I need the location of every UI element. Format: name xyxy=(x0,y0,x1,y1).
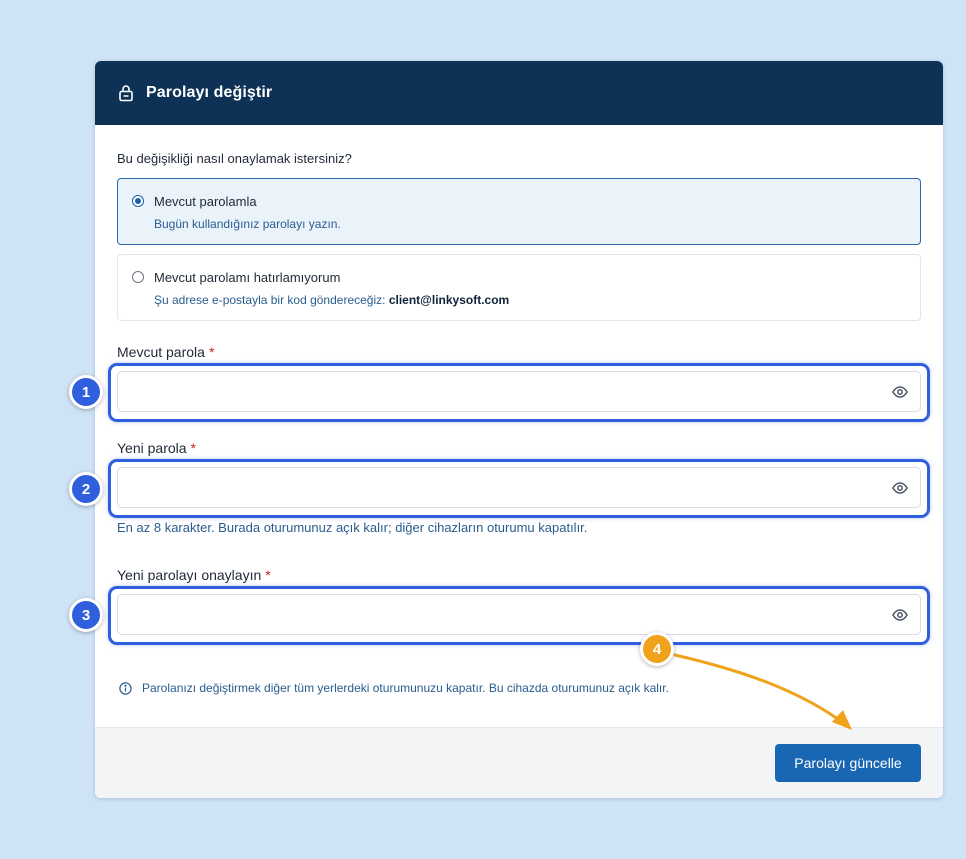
confirm-password-label: Yeni parolayı onaylayın * xyxy=(117,567,271,583)
radio-forgot-password[interactable] xyxy=(132,271,144,283)
new-password-label: Yeni parola * xyxy=(117,440,196,456)
required-asterisk: * xyxy=(208,344,215,360)
email-address: client@linkysoft.com xyxy=(388,293,510,307)
step-badge-1: 1 xyxy=(69,375,103,409)
password-hint: En az 8 karakter. Burada oturumunuz açık… xyxy=(117,520,588,535)
step-badge-3: 3 xyxy=(69,598,103,632)
option-forgot-password[interactable]: Mevcut parolamı hatırlamıyorum Şu adrese… xyxy=(117,254,921,321)
option-description: Bugün kullandığınız parolayı yazın. xyxy=(154,217,341,231)
highlight-confirm-password xyxy=(108,586,930,645)
card-footer: Parolayı güncelle xyxy=(95,727,943,798)
card-header: Parolayı değiştir xyxy=(95,61,943,125)
option-current-password[interactable]: Mevcut parolamla Bugün kullandığınız par… xyxy=(117,178,921,245)
highlight-new-password xyxy=(108,459,930,518)
page-title: Parolayı değiştir xyxy=(146,84,273,101)
option-label: Mevcut parolamı hatırlamıyorum xyxy=(154,270,341,285)
change-password-card: Parolayı değiştir Bu değişikliği nasıl o… xyxy=(95,61,943,798)
radio-current-password[interactable] xyxy=(132,195,144,207)
update-password-button[interactable]: Parolayı güncelle xyxy=(775,744,921,782)
current-password-label: Mevcut parola * xyxy=(117,344,215,360)
page: Parolayı değiştir Bu değişikliği nasıl o… xyxy=(0,0,966,859)
email-prefix: Şu adrese e-postayla bir kod göndereceği… xyxy=(154,293,386,307)
lock-icon xyxy=(118,84,134,102)
step-badge-2: 2 xyxy=(69,472,103,506)
session-info-note: Parolanızı değiştirmek diğer tüm yerlerd… xyxy=(119,681,669,695)
info-icon xyxy=(119,681,132,695)
highlight-current-password xyxy=(108,363,930,422)
info-text: Parolanızı değiştirmek diğer tüm yerlerd… xyxy=(142,681,669,695)
required-asterisk: * xyxy=(190,440,196,456)
step-badge-4: 4 xyxy=(640,632,674,666)
option-label: Mevcut parolamla xyxy=(154,194,257,209)
confirm-method-question: Bu değişikliği nasıl onaylamak istersini… xyxy=(117,151,352,166)
required-asterisk: * xyxy=(265,567,271,583)
option-description: Şu adrese e-postayla bir kod göndereceği… xyxy=(154,293,509,307)
